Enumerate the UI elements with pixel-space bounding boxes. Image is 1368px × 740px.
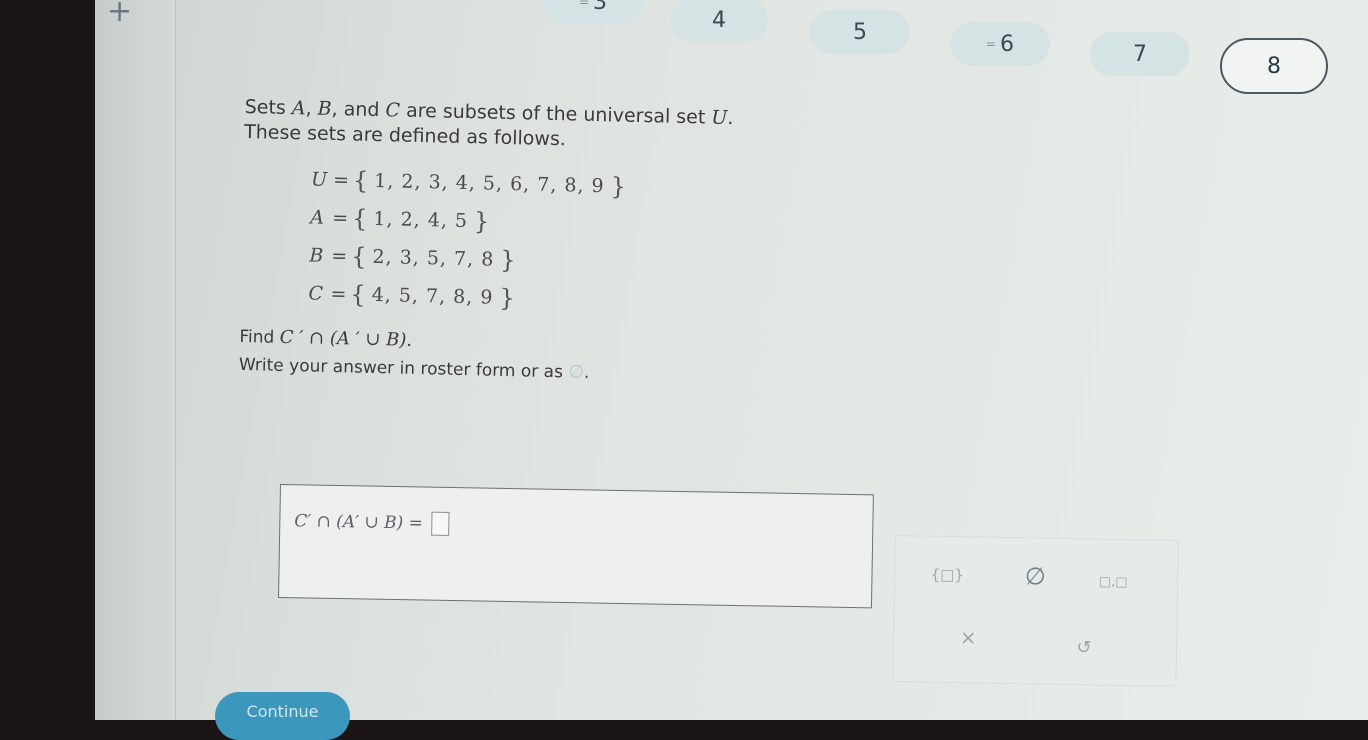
open-brace: {	[350, 280, 367, 309]
answer-expression: C′ ∩ (A′ ∪ B) =	[294, 509, 450, 536]
tab-4[interactable]: 4	[670, 0, 768, 42]
find-label: Find	[239, 326, 280, 348]
instruction-text: Write your answer in roster form or as	[238, 354, 569, 383]
open-brace: {	[352, 166, 369, 195]
equals-sign: =	[331, 245, 348, 268]
close-brace: }	[473, 207, 490, 236]
question-content: Sets A, B, and C are subsets of the univ…	[239, 95, 1065, 396]
open-brace: {	[351, 204, 368, 233]
set-definitions: U ={1, 2, 3, 4, 5, 6, 7, 8, 9} A ={1, 2, 4…	[308, 161, 1063, 330]
set-elements: 1, 2, 3, 4, 5, 6, 7, 8, 9	[374, 169, 605, 198]
tab-label: 3	[593, 0, 608, 15]
tab-label: 6	[1000, 31, 1015, 57]
set-name: C	[308, 282, 324, 305]
tab-mark: =	[578, 0, 590, 9]
close-brace: }	[499, 245, 516, 275]
tab-5[interactable]: 5	[810, 10, 910, 54]
math-keypad: {□} ∅ □,□ × ↺	[892, 535, 1179, 687]
intro-text: Sets	[244, 95, 293, 120]
open-brace: {	[350, 242, 367, 271]
intro-text: are subsets of the universal set	[399, 99, 712, 129]
intro-text: .	[727, 106, 734, 130]
set-u-symbol: U	[711, 106, 728, 129]
set-a-symbol: A	[291, 97, 306, 120]
app-screen: + = 3 4 5 = 6 7 8 Sets A, B, and C are s…	[95, 0, 1368, 740]
tab-6[interactable]: = 6	[950, 22, 1050, 66]
braces-button[interactable]: {□}	[925, 559, 970, 592]
empty-set-button[interactable]: ∅	[1013, 560, 1058, 593]
intro-text: , and	[331, 97, 386, 122]
left-rail: +	[95, 0, 176, 720]
equals-sign: =	[331, 207, 349, 230]
set-elements: 2, 3, 5, 7, 8	[372, 245, 495, 271]
tab-label: 5	[853, 19, 867, 45]
tab-label: 8	[1267, 53, 1281, 79]
clear-button[interactable]: ×	[946, 621, 991, 654]
set-name: A	[309, 206, 325, 229]
set-name: B	[309, 244, 324, 267]
tab-7[interactable]: 7	[1090, 32, 1190, 76]
find-expression: C ′ ∩ (A ′ ∪ B).	[279, 326, 413, 351]
answer-box: C′ ∩ (A′ ∪ B) =	[278, 484, 874, 609]
tab-8[interactable]: 8	[1220, 38, 1328, 94]
close-brace: }	[610, 172, 627, 201]
set-name: U	[310, 168, 328, 191]
tab-label: 7	[1133, 41, 1147, 67]
ellipsis-button[interactable]: □,□	[1091, 565, 1136, 598]
instruction-text: .	[583, 362, 590, 383]
tab-label: 4	[712, 7, 726, 33]
tab-3[interactable]: = 3	[543, 0, 643, 24]
close-brace: }	[499, 283, 516, 313]
set-elements: 1, 2, 4, 5	[373, 207, 469, 233]
equals-sign: =	[330, 282, 347, 306]
plus-icon[interactable]: +	[107, 0, 132, 29]
set-b-symbol: B	[317, 97, 332, 120]
intro-text: ,	[305, 97, 318, 120]
set-c-symbol: C	[385, 99, 401, 122]
answer-expression-text: C′ ∩ (A′ ∪ B) =	[294, 511, 424, 534]
undo-button[interactable]: ↺	[1062, 631, 1107, 664]
continue-button[interactable]: Continue	[215, 692, 350, 740]
empty-set-icon: ∅	[568, 361, 585, 383]
set-elements: 4, 5, 7, 8, 9	[371, 283, 494, 309]
intro-line-2: These sets are defined as follows.	[243, 120, 567, 151]
tab-mark: =	[985, 37, 997, 51]
question-intro: Sets A, B, and C are subsets of the univ…	[244, 95, 1065, 164]
answer-input[interactable]	[430, 511, 450, 536]
equals-sign: =	[332, 169, 350, 192]
